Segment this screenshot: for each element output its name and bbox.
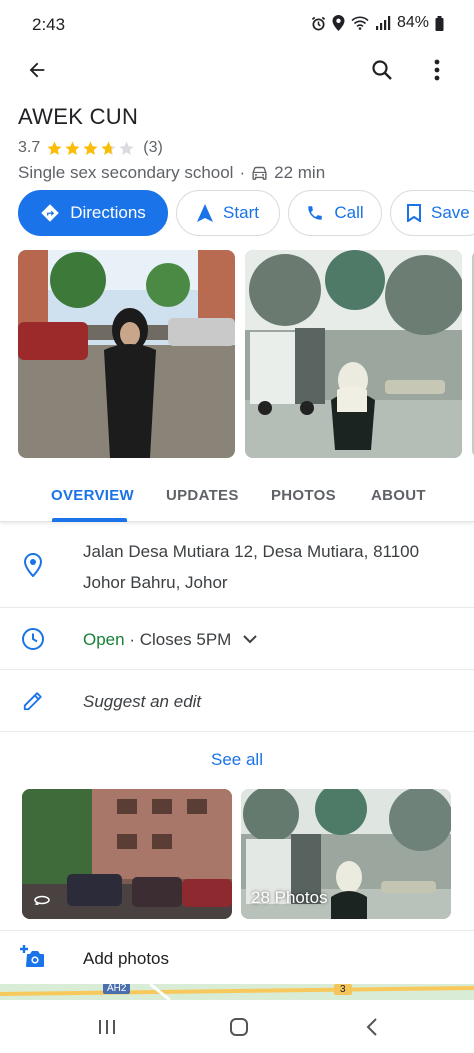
subtitle-row: Single sex secondary school · 22 min bbox=[18, 162, 325, 184]
hours-status: Open bbox=[83, 630, 125, 649]
tab-photos[interactable]: PHOTOS bbox=[271, 487, 336, 504]
star-full-icon bbox=[47, 140, 62, 155]
suggest-edit-label: Suggest an edit bbox=[83, 692, 202, 711]
search-icon bbox=[372, 60, 392, 80]
star-empty-icon bbox=[119, 140, 134, 155]
status-bar: 2:43 84% bbox=[0, 0, 474, 50]
home-button[interactable] bbox=[224, 1014, 254, 1040]
call-button[interactable]: Call bbox=[288, 190, 382, 236]
add-photos-row[interactable]: Add photos bbox=[0, 930, 474, 986]
review-count: (3) bbox=[143, 139, 163, 156]
360-view-icon bbox=[34, 895, 50, 905]
car-icon bbox=[252, 166, 267, 180]
action-chips: Directions Start Call Save bbox=[18, 190, 474, 236]
system-back-button[interactable] bbox=[357, 1014, 387, 1040]
active-tab-indicator bbox=[52, 518, 127, 522]
tab-bar: OVERVIEW UPDATES PHOTOS ABOUT bbox=[0, 470, 474, 522]
save-button[interactable]: Save bbox=[390, 190, 474, 236]
directions-button[interactable]: Directions bbox=[18, 190, 168, 236]
status-time: 2:43 bbox=[32, 15, 66, 34]
photo-gallery: 28 Photos bbox=[0, 789, 474, 929]
directions-label: Directions bbox=[70, 203, 146, 222]
separator-dot: · bbox=[239, 163, 246, 182]
tab-updates[interactable]: UPDATES bbox=[166, 487, 239, 504]
clock-icon bbox=[20, 626, 46, 652]
photo-count-label: 28 Photos bbox=[251, 888, 328, 907]
rating-value: 3.7 bbox=[18, 139, 41, 156]
battery-percent: 84% bbox=[396, 14, 429, 31]
status-icons: 84% bbox=[311, 14, 444, 32]
travel-time: 22 min bbox=[274, 163, 326, 182]
rating-row[interactable]: 3.7 (3) bbox=[18, 137, 163, 159]
photos-thumbnail[interactable]: 28 Photos bbox=[241, 789, 451, 919]
hours-detail: · Closes 5PM bbox=[124, 630, 232, 649]
map-preview[interactable]: AH2 3 bbox=[0, 984, 474, 1000]
add-photos-label: Add photos bbox=[83, 949, 170, 968]
signal-icon bbox=[375, 16, 391, 30]
start-label: Start bbox=[223, 203, 259, 222]
add-photo-icon bbox=[18, 943, 46, 971]
phone-icon bbox=[308, 206, 323, 220]
address-line-2: Johor Bahru, Johor bbox=[83, 573, 228, 592]
call-label: Call bbox=[334, 203, 364, 222]
alarm-icon bbox=[311, 16, 326, 30]
save-label: Save bbox=[431, 203, 470, 222]
home-icon bbox=[230, 1018, 248, 1036]
wifi-icon bbox=[351, 16, 369, 30]
battery-icon bbox=[435, 15, 444, 31]
photo-road-with-truck bbox=[245, 250, 462, 458]
photo-street-portrait bbox=[18, 250, 235, 458]
recent-apps-icon bbox=[99, 1020, 115, 1034]
address-line-1: Jalan Desa Mutiara 12, Desa Mutiara, 811… bbox=[83, 542, 420, 561]
back-button[interactable] bbox=[17, 50, 57, 90]
more-vert-icon bbox=[434, 59, 440, 81]
pencil-icon bbox=[20, 688, 46, 714]
chevron-down-icon[interactable] bbox=[243, 635, 258, 644]
place-photo[interactable] bbox=[18, 250, 235, 458]
system-nav-bar bbox=[0, 1000, 474, 1053]
directions-icon bbox=[41, 204, 59, 222]
recent-apps-button[interactable] bbox=[92, 1014, 122, 1040]
hours-row[interactable]: Open · Closes 5PM bbox=[0, 608, 474, 670]
chevron-left-icon bbox=[366, 1018, 377, 1036]
top-app-bar bbox=[0, 50, 474, 90]
address-row[interactable]: Jalan Desa Mutiara 12, Desa Mutiara, 811… bbox=[0, 524, 474, 608]
place-photo[interactable] bbox=[245, 250, 462, 458]
street-view-thumbnail[interactable] bbox=[22, 789, 232, 919]
rating-stars bbox=[46, 140, 135, 157]
photos-carousel[interactable] bbox=[18, 250, 474, 458]
map-road-label-3: 3 bbox=[334, 984, 352, 995]
location-pin-icon bbox=[20, 552, 46, 578]
star-partial-icon bbox=[101, 140, 116, 155]
map-road-label-ah2: AH2 bbox=[103, 984, 131, 994]
navigation-arrow-icon bbox=[197, 204, 214, 222]
star-full-icon bbox=[83, 140, 98, 155]
star-full-icon bbox=[65, 140, 80, 155]
start-button[interactable]: Start bbox=[176, 190, 280, 236]
tab-overview[interactable]: OVERVIEW bbox=[51, 487, 134, 504]
search-button[interactable] bbox=[362, 50, 402, 90]
location-icon bbox=[332, 15, 345, 31]
suggest-edit-row[interactable]: Suggest an edit bbox=[0, 670, 474, 732]
see-all-link[interactable]: See all bbox=[0, 750, 474, 770]
bookmark-icon bbox=[407, 204, 421, 222]
place-category: Single sex secondary school bbox=[18, 163, 234, 182]
more-options-button[interactable] bbox=[417, 50, 457, 90]
place-title: AWEK CUN bbox=[18, 104, 139, 129]
tab-about[interactable]: ABOUT bbox=[371, 487, 426, 504]
arrow-back-icon bbox=[29, 62, 45, 78]
